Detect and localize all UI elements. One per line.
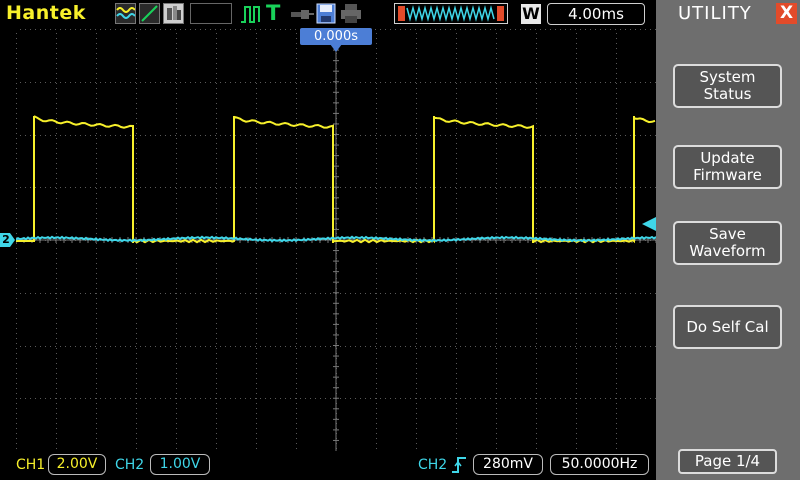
ch1-label: CH1 (16, 457, 46, 473)
menu-page-button[interactable]: Page 1/4 (678, 449, 777, 474)
waveform-display (16, 29, 656, 451)
system-status-button[interactable]: System Status (673, 64, 782, 108)
acq-status-box (190, 3, 232, 24)
save-waveform-button[interactable]: Save Waveform (673, 221, 782, 265)
memory-depth-icon (394, 3, 508, 24)
timebase-readout[interactable]: 4.00ms (547, 3, 645, 25)
status-bar: Hantek T W 4.00ms (0, 0, 656, 28)
acquisition-badge: W (521, 4, 541, 24)
graticule (16, 29, 656, 451)
wave-display-icon[interactable] (115, 3, 136, 24)
close-menu-button[interactable]: X (776, 3, 797, 24)
trigger-t-icon: T (266, 1, 281, 25)
trigger-frequency-readout: 50.0000Hz (550, 454, 649, 475)
trigger-level-marker[interactable] (642, 217, 656, 231)
self-cal-button[interactable]: Do Self Cal (673, 305, 782, 349)
save-icon[interactable] (316, 3, 336, 24)
run-pulse-icon[interactable] (239, 3, 261, 25)
menu-title: UTILITY (678, 3, 752, 24)
ch2-offset-marker-label: 2 (2, 233, 10, 246)
vector-mode-icon[interactable] (139, 3, 160, 24)
trigger-source-label: CH2 (418, 457, 448, 473)
trigger-level-readout[interactable]: 280mV (473, 454, 543, 475)
ch2-scale-readout[interactable]: 1.00V (150, 454, 210, 475)
ch2-label: CH2 (115, 457, 145, 473)
persist-mode-icon[interactable] (163, 3, 184, 24)
trigger-position-arrow (330, 44, 342, 52)
trigger-position-readout[interactable]: 0.000s (300, 28, 372, 45)
probe-icon (290, 3, 314, 25)
update-firmware-button[interactable]: Update Firmware (673, 145, 782, 189)
ch1-scale-readout[interactable]: 2.00V (48, 454, 106, 475)
print-icon[interactable] (340, 3, 362, 24)
rising-edge-icon (452, 457, 466, 473)
brand-logo: Hantek (6, 2, 86, 24)
